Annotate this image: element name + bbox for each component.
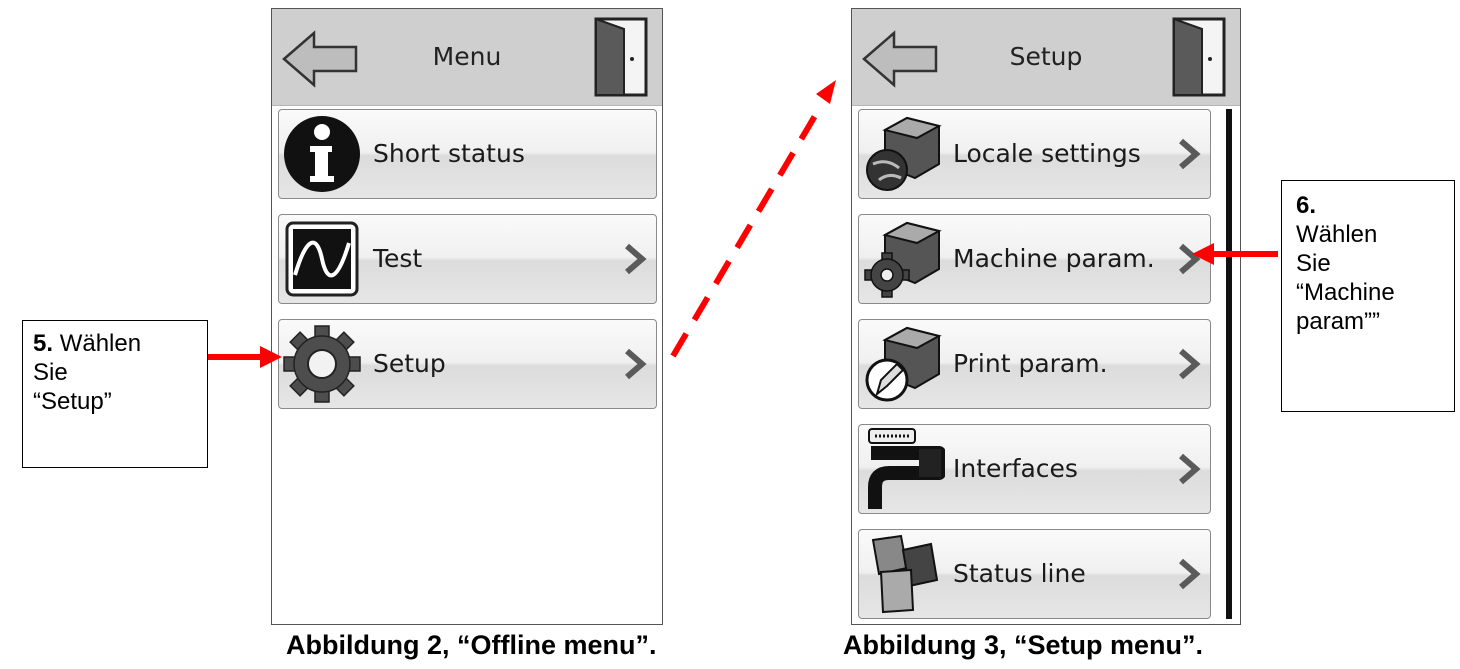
back-arrow-icon[interactable] — [280, 29, 360, 89]
setup-screen: Setup Locale settings Machine param. Pri… — [851, 8, 1241, 625]
back-arrow-icon[interactable] — [860, 29, 940, 89]
callout-step-number: 6. — [1296, 192, 1317, 219]
setup-item-label: Interfaces — [953, 454, 1078, 483]
connector-cable-icon — [868, 428, 945, 509]
chevron-right-icon — [1179, 243, 1201, 275]
chevron-right-icon — [1179, 138, 1201, 170]
chevron-right-icon — [1179, 558, 1201, 590]
callout-text: param”” — [1296, 308, 1381, 335]
annotation-arrows — [208, 80, 1278, 368]
pen-box-icon — [865, 326, 942, 402]
setup-item-status-line[interactable]: Status line — [858, 529, 1211, 619]
setup-titlebar: Setup — [852, 9, 1240, 106]
callout-step-number: 5. — [33, 330, 54, 357]
setup-item-label: Locale settings — [953, 139, 1141, 168]
callout-step-5: 5. Wählen Sie “Setup” — [22, 320, 208, 468]
setup-item-label: Machine param. — [953, 244, 1155, 273]
menu-item-short-status[interactable]: Short status — [278, 109, 657, 199]
setup-item-interfaces[interactable]: Interfaces — [858, 424, 1211, 514]
menu-item-label: Setup — [373, 349, 446, 378]
setup-item-label: Status line — [953, 559, 1086, 588]
menu-titlebar: Menu — [272, 9, 662, 106]
waveform-icon — [285, 221, 359, 297]
chevron-right-icon — [1179, 453, 1201, 485]
menu-item-setup[interactable]: Setup — [278, 319, 657, 409]
exit-door-icon[interactable] — [590, 15, 652, 99]
globe-box-icon — [866, 116, 942, 191]
callout-text: “Machine — [1296, 279, 1395, 306]
setup-item-label: Print param. — [953, 349, 1108, 378]
chevron-right-icon — [625, 348, 647, 380]
status-tiles-icon — [871, 534, 939, 614]
gear-box-icon — [864, 221, 942, 298]
callout-text: “Setup” — [33, 388, 112, 415]
setup-item-locale-settings[interactable]: Locale settings — [858, 109, 1211, 199]
setup-item-machine-param[interactable]: Machine param. — [858, 214, 1211, 304]
chevron-right-icon — [625, 243, 647, 275]
callout-step-6: 6. Wählen Sie “Machine param”” — [1281, 180, 1455, 412]
callout-text: Sie — [33, 359, 68, 386]
menu-item-label: Short status — [373, 139, 525, 168]
info-icon — [284, 116, 360, 192]
dashed-arrow-to-setup-screen — [670, 80, 836, 358]
menu-item-label: Test — [373, 244, 423, 273]
setup-item-print-param[interactable]: Print param. — [858, 319, 1211, 409]
figure-caption-offline-menu: Abbildung 2, “Offline menu”. — [286, 630, 657, 660]
menu-screen: Menu Short status Test Setup — [271, 8, 663, 625]
callout-text: Wählen — [59, 330, 142, 357]
scrollbar[interactable] — [1226, 109, 1232, 619]
callout-text: Wählen — [1296, 221, 1378, 248]
exit-door-icon[interactable] — [1168, 15, 1230, 99]
chevron-right-icon — [1179, 348, 1201, 380]
menu-item-test[interactable]: Test — [278, 214, 657, 304]
gear-icon — [283, 325, 361, 403]
callout-text: Sie — [1296, 250, 1331, 277]
figure-caption-setup-menu: Abbildung 3, “Setup menu”. — [843, 630, 1203, 660]
